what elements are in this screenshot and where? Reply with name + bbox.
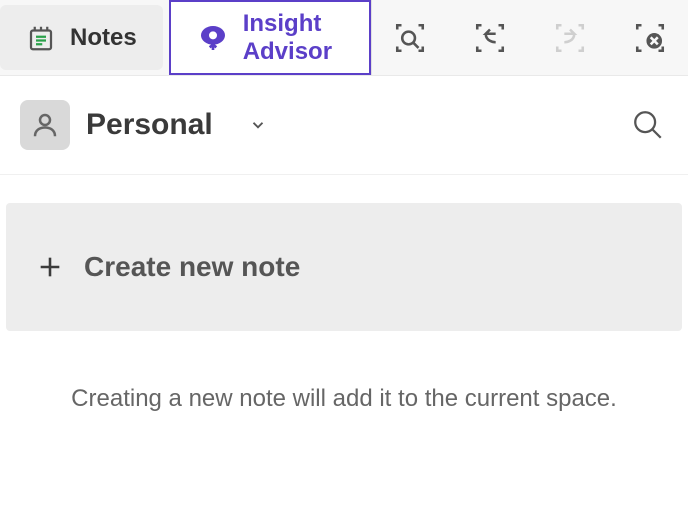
space-header: Personal bbox=[0, 76, 688, 175]
create-new-note-label: Create new note bbox=[84, 251, 300, 283]
main-area: Create new note Creating a new note will… bbox=[0, 175, 688, 413]
person-icon bbox=[30, 110, 60, 140]
clear-bracket-icon bbox=[633, 21, 667, 55]
tab-notes-label: Notes bbox=[70, 24, 137, 52]
search-notes-button[interactable] bbox=[628, 105, 668, 145]
create-note-hint: Creating a new note will add it to the c… bbox=[0, 385, 688, 413]
smart-search-button[interactable] bbox=[390, 18, 430, 58]
search-bracket-icon bbox=[393, 21, 427, 55]
space-avatar bbox=[20, 100, 70, 150]
undo-bracket-icon bbox=[473, 21, 507, 55]
notes-icon bbox=[26, 23, 56, 53]
clear-selections-button[interactable] bbox=[630, 18, 670, 58]
insight-icon bbox=[197, 22, 229, 54]
create-new-note-button[interactable]: Create new note bbox=[6, 203, 682, 331]
space-name-label: Personal bbox=[86, 108, 213, 142]
step-back-button[interactable] bbox=[470, 18, 510, 58]
search-icon bbox=[631, 108, 665, 142]
tabstrip: Notes Insight Advisor bbox=[0, 0, 688, 76]
selection-actions bbox=[371, 0, 688, 75]
chevron-down-icon bbox=[249, 116, 267, 134]
step-forward-button bbox=[550, 18, 590, 58]
tab-insight-label: Insight Advisor bbox=[243, 10, 343, 66]
tab-notes[interactable]: Notes bbox=[0, 5, 163, 70]
tab-insight-advisor[interactable]: Insight Advisor bbox=[169, 0, 371, 75]
redo-bracket-icon bbox=[553, 21, 587, 55]
space-selector[interactable]: Personal bbox=[86, 108, 267, 142]
plus-icon bbox=[36, 253, 64, 281]
